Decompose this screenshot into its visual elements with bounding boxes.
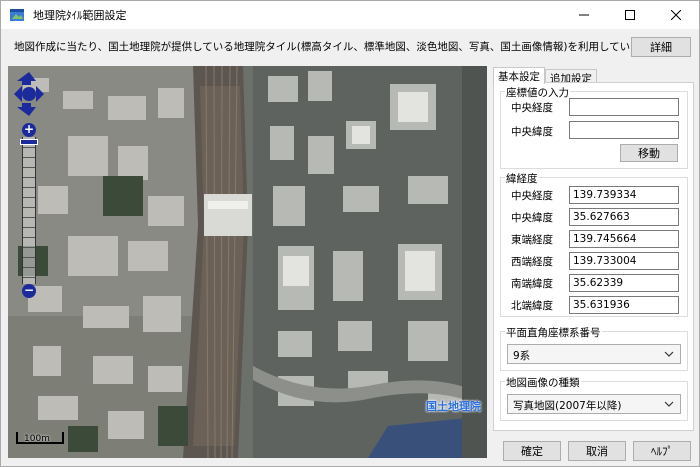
center-lon-label: 中央経度 bbox=[511, 102, 553, 114]
coord-input-group: 座標値の入力 中央経度 中央緯度 移動 bbox=[500, 85, 688, 169]
latlon-label-north-lat: 北端緯度 bbox=[511, 300, 553, 312]
minimize-button[interactable] bbox=[561, 1, 607, 29]
latlon-label-south-lat: 南端緯度 bbox=[511, 278, 553, 290]
latlon-label-center-lat: 中央緯度 bbox=[511, 212, 553, 224]
chevron-down-icon bbox=[664, 401, 674, 407]
latlon-south-lat[interactable]: 35.62339 bbox=[569, 274, 679, 292]
settings-tabs: 基本設定 追加設定 bbox=[493, 67, 597, 85]
plane-system-value: 9系 bbox=[513, 350, 531, 362]
center-lat-input[interactable] bbox=[569, 121, 679, 139]
zoom-out-button[interactable]: − bbox=[22, 284, 36, 298]
latlon-center-lon[interactable]: 139.739334 bbox=[569, 186, 679, 204]
latlon-label-west-lon: 西端経度 bbox=[511, 256, 553, 268]
pan-control[interactable] bbox=[14, 72, 44, 116]
title-bar: 地理院ﾀｲﾙ範囲設定 bbox=[1, 1, 699, 29]
minimize-icon bbox=[579, 14, 589, 16]
scale-label: 100m bbox=[24, 434, 50, 444]
chevron-down-icon bbox=[664, 351, 674, 357]
aerial-photo bbox=[8, 66, 487, 458]
latlon-label-center-lon: 中央経度 bbox=[511, 190, 553, 202]
window-title: 地理院ﾀｲﾙ範囲設定 bbox=[33, 9, 127, 22]
map-type-select[interactable]: 写真地図(2007年以降) bbox=[507, 394, 681, 414]
zoom-slider[interactable] bbox=[22, 137, 36, 284]
map-type-title: 地図画像の種類 bbox=[505, 375, 581, 390]
zoom-slider-thumb[interactable] bbox=[20, 139, 38, 145]
maximize-icon bbox=[625, 10, 635, 20]
plane-system-group: 平面直角座標系番号 9系 bbox=[500, 325, 688, 371]
center-lat-label: 中央緯度 bbox=[511, 126, 553, 138]
help-button[interactable]: ﾍﾙﾌﾟ bbox=[633, 441, 691, 461]
pan-right-icon bbox=[36, 86, 44, 102]
app-icon bbox=[9, 7, 25, 23]
pan-down-icon bbox=[17, 103, 36, 116]
latlon-north-lat[interactable]: 35.631936 bbox=[569, 296, 679, 314]
cancel-button[interactable]: 取消 bbox=[568, 441, 626, 461]
latlon-label-east-lon: 東端経度 bbox=[511, 234, 553, 246]
ok-button[interactable]: 確定 bbox=[503, 441, 561, 461]
center-lon-input[interactable] bbox=[569, 98, 679, 116]
aerial-map[interactable]: + − 国土地理院 100m bbox=[8, 66, 487, 458]
latlon-title: 緯経度 bbox=[505, 171, 539, 186]
pan-left-icon bbox=[14, 86, 22, 102]
close-icon bbox=[671, 10, 681, 20]
detail-button[interactable]: 詳細 bbox=[631, 37, 691, 57]
pan-up-icon bbox=[17, 72, 36, 85]
latlon-center-lat[interactable]: 35.627663 bbox=[569, 208, 679, 226]
latlon-west-lon[interactable]: 139.733004 bbox=[569, 252, 679, 270]
map-attribution: 国土地理院 bbox=[426, 400, 481, 413]
latlon-group: 緯経度 中央経度 139.739334 中央緯度 35.627663 東端経度 … bbox=[500, 171, 688, 317]
move-button[interactable]: 移動 bbox=[620, 144, 678, 162]
basic-settings-panel: 座標値の入力 中央経度 中央緯度 移動 緯経度 中央経度 139.739334 … bbox=[493, 82, 694, 431]
maximize-button[interactable] bbox=[607, 1, 653, 29]
latlon-east-lon[interactable]: 139.745664 bbox=[569, 230, 679, 248]
zoom-in-button[interactable]: + bbox=[22, 123, 36, 137]
close-button[interactable] bbox=[653, 1, 699, 29]
plane-system-title: 平面直角座標系番号 bbox=[505, 325, 602, 340]
map-type-value: 写真地図(2007年以降) bbox=[513, 400, 622, 412]
map-type-group: 地図画像の種類 写真地図(2007年以降) bbox=[500, 375, 688, 421]
plane-system-select[interactable]: 9系 bbox=[507, 344, 681, 364]
tab-basic-settings[interactable]: 基本設定 bbox=[493, 67, 545, 84]
description-text: 地図作成に当たり、国土地理院が提供している地理院タイル(標高タイル、標準地図、淡… bbox=[14, 41, 661, 53]
coord-input-title: 座標値の入力 bbox=[505, 85, 570, 100]
dialog-window: 地理院ﾀｲﾙ範囲設定 地図作成に当たり、国土地理院が提供している地理院タイル(標… bbox=[0, 0, 700, 467]
